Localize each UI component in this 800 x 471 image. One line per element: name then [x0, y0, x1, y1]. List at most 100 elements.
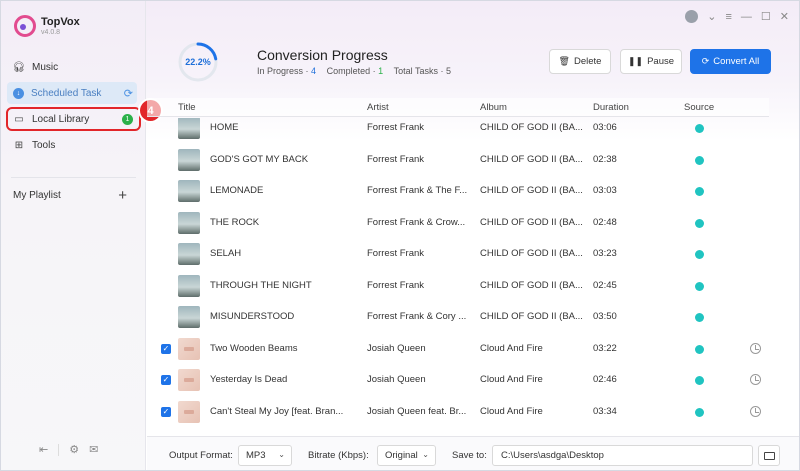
table-row[interactable]: HOME Forrest Frank CHILD OF GOD II (BA..… — [147, 118, 769, 144]
album-art — [178, 118, 200, 139]
column-source[interactable]: Source — [684, 102, 714, 113]
table-row[interactable]: ✓ Two Wooden Beams Josiah Queen Cloud An… — [147, 333, 769, 365]
close-icon[interactable]: ✕ — [780, 10, 789, 23]
row-title: THE ROCK — [210, 217, 260, 228]
sidebar: TopVox v4.0.8 🎧︎ Music ↓ Scheduled Task … — [1, 1, 146, 470]
format-select[interactable]: MP3 ⌄ — [238, 445, 292, 466]
table-row[interactable]: LEMONADE Forrest Frank & The F... CHILD … — [147, 175, 769, 207]
output-settings-bar: Output Format: MP3 ⌄ Bitrate (Kbps): Ori… — [147, 436, 799, 470]
column-artist[interactable]: Artist — [367, 102, 389, 113]
source-icon — [695, 376, 704, 385]
in-progress-count: 4 — [311, 66, 317, 76]
settings-icon[interactable]: ⚙ — [69, 443, 79, 456]
row-artist: Forrest Frank & Crow... — [367, 217, 466, 228]
source-icon — [695, 313, 704, 322]
title-bar-controls: ⌄ ≡ — ☐ ✕ — [685, 10, 789, 23]
row-duration: 03:22 — [593, 343, 617, 354]
task-list: HOME Forrest Frank CHILD OF GOD II (BA..… — [147, 118, 769, 435]
minimize-icon[interactable]: — — [741, 11, 752, 23]
table-row[interactable]: THE ROCK Forrest Frank & Crow... CHILD O… — [147, 207, 769, 239]
album-art — [178, 306, 200, 328]
avatar[interactable] — [685, 10, 699, 23]
row-duration: 02:38 — [593, 154, 617, 165]
table-row[interactable]: ✓ Can't Steal My Joy [feat. Bran... Josi… — [147, 396, 769, 428]
source-icon — [695, 408, 704, 417]
row-title: Yesterday Is Dead — [210, 374, 288, 385]
table-row[interactable]: THROUGH THE NIGHT Forrest Frank CHILD OF… — [147, 270, 769, 302]
format-label: Output Format: — [169, 450, 233, 461]
row-artist: Josiah Queen feat. Br... — [367, 406, 467, 417]
source-icon — [695, 282, 704, 291]
app-window: TopVox v4.0.8 🎧︎ Music ↓ Scheduled Task … — [0, 0, 800, 471]
sidebar-item-label: Tools — [32, 139, 56, 151]
row-duration: 03:23 — [593, 248, 617, 259]
mail-icon[interactable]: ✉ — [89, 443, 98, 456]
browse-folder-button[interactable] — [758, 445, 780, 466]
row-album: CHILD OF GOD II (BA... — [480, 154, 583, 165]
row-checkbox[interactable]: ✓ — [161, 375, 171, 385]
album-art — [178, 212, 200, 234]
headphones-icon: 🎧︎ — [12, 61, 26, 73]
sidebar-footer: ⇤ ⚙ ✉ — [39, 443, 98, 456]
album-art — [178, 369, 200, 391]
row-artist: Forrest Frank — [367, 154, 425, 165]
app-version: v4.0.8 — [41, 29, 61, 36]
row-artist: Forrest Frank & Cory ... — [367, 311, 467, 322]
pause-button[interactable]: ❚❚ Pause — [620, 49, 682, 74]
total-count: 5 — [446, 66, 452, 76]
sidebar-item-music[interactable]: 🎧︎ Music — [7, 56, 137, 78]
row-title: THROUGH THE NIGHT — [210, 280, 312, 291]
grid-icon: ⊞ — [14, 139, 24, 151]
bitrate-value: Original — [385, 450, 418, 461]
source-icon — [695, 187, 704, 196]
row-duration: 03:34 — [593, 406, 617, 417]
column-duration[interactable]: Duration — [593, 102, 629, 113]
pause-label: Pause — [647, 56, 675, 67]
table-row[interactable]: MISUNDERSTOOD Forrest Frank & Cory ... C… — [147, 301, 769, 333]
source-icon — [695, 345, 704, 354]
history-icon[interactable] — [750, 406, 761, 417]
menu-icon[interactable]: ≡ — [725, 11, 731, 23]
page-title: Conversion Progress — [257, 47, 388, 63]
row-title: HOME — [210, 122, 239, 133]
delete-button[interactable]: 🗑︎ Delete — [549, 49, 611, 74]
format-value: MP3 — [246, 450, 266, 461]
row-checkbox[interactable]: ✓ — [161, 344, 171, 354]
refresh-icon: ⟳ — [701, 56, 710, 66]
sidebar-item-scheduled-task[interactable]: ↓ Scheduled Task ⟳ — [7, 82, 137, 104]
collapse-sidebar-icon[interactable]: ⇤ — [39, 443, 48, 456]
history-icon[interactable] — [750, 374, 761, 385]
row-album: CHILD OF GOD II (BA... — [480, 122, 583, 133]
history-icon[interactable] — [750, 343, 761, 354]
divider — [58, 443, 60, 456]
sidebar-item-tools[interactable]: ⊞ Tools — [7, 134, 137, 156]
bitrate-select[interactable]: Original ⌄ — [377, 445, 436, 466]
maximize-icon[interactable]: ☐ — [761, 10, 771, 23]
column-title[interactable]: Title — [178, 102, 196, 113]
convert-all-button[interactable]: ⟳ Convert All — [690, 49, 771, 74]
column-album[interactable]: Album — [480, 102, 507, 113]
table-header: Title Artist Album Duration Source — [147, 98, 769, 117]
topvox-logo-icon — [14, 15, 36, 37]
pause-icon: ❚❚ — [627, 56, 644, 66]
brand: TopVox v4.0.8 — [14, 15, 80, 37]
chevron-down-icon[interactable]: ⌄ — [707, 10, 716, 23]
row-album: CHILD OF GOD II (BA... — [480, 217, 583, 228]
row-artist: Josiah Queen — [367, 343, 426, 354]
playlist-section: My Playlist + — [13, 188, 127, 203]
row-checkbox[interactable]: ✓ — [161, 407, 171, 417]
table-row[interactable]: ✓ Yesterday Is Dead Josiah Queen Cloud A… — [147, 364, 769, 396]
save-path-value: C:\Users\asdga\Desktop — [501, 450, 604, 461]
source-icon — [695, 219, 704, 228]
row-album: Cloud And Fire — [480, 343, 543, 354]
row-title: LEMONADE — [210, 185, 264, 196]
save-path-field[interactable]: C:\Users\asdga\Desktop — [492, 445, 753, 466]
sync-icon: ⟳ — [123, 87, 133, 100]
row-album: CHILD OF GOD II (BA... — [480, 311, 583, 322]
table-row[interactable]: SELAH Forrest Frank CHILD OF GOD II (BA.… — [147, 238, 769, 270]
row-artist: Forrest Frank — [367, 122, 425, 133]
row-album: Cloud And Fire — [480, 374, 543, 385]
add-playlist-icon[interactable]: + — [118, 188, 127, 203]
table-row[interactable]: GOD'S GOT MY BACK Forrest Frank CHILD OF… — [147, 144, 769, 176]
source-icon — [695, 124, 704, 133]
